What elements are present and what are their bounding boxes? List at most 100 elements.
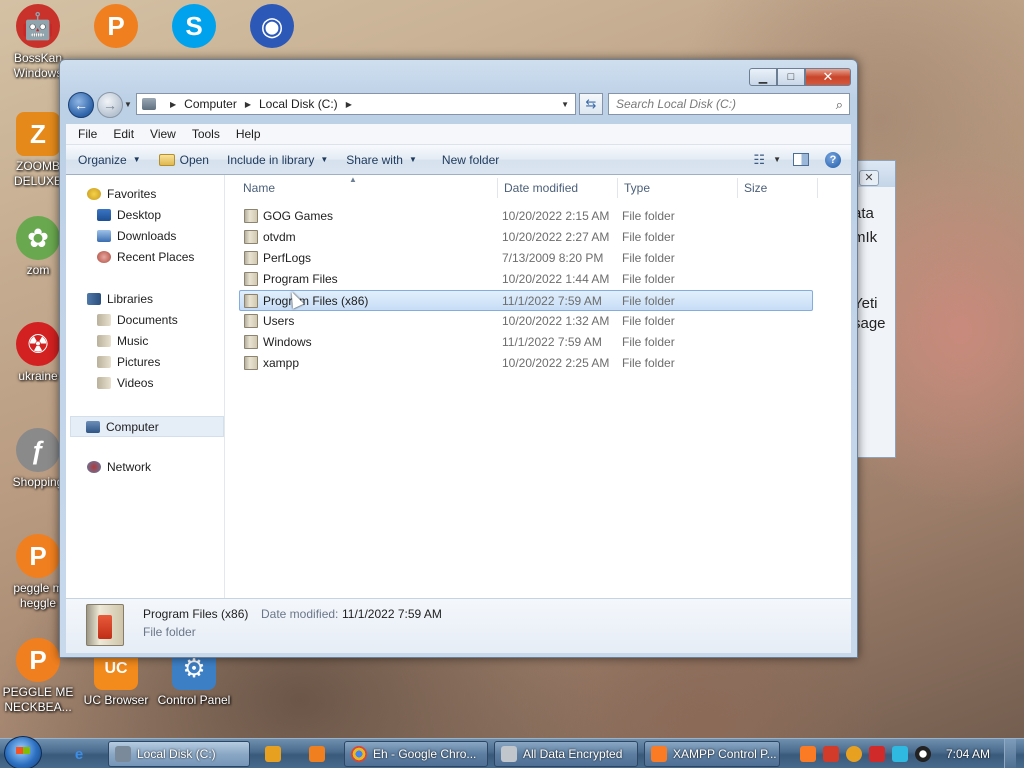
nav-computer[interactable]: Computer: [70, 416, 224, 437]
recent-pages-dropdown[interactable]: ▼: [124, 100, 132, 109]
taskbar-task-xampp[interactable]: XAMPP Control P...: [644, 741, 780, 767]
file-type: File folder: [622, 314, 675, 328]
open-button[interactable]: Open: [150, 145, 218, 174]
menu-help[interactable]: Help: [228, 127, 269, 141]
xampp-tray-icon[interactable]: [799, 745, 816, 762]
start-button[interactable]: [4, 736, 42, 768]
folder-icon: [86, 604, 124, 646]
preview-pane-icon[interactable]: [793, 153, 809, 166]
nav-recent-places[interactable]: Recent Places: [97, 250, 194, 264]
column-date-modified[interactable]: Date modified: [504, 181, 578, 195]
forward-button[interactable]: →: [97, 92, 123, 118]
column-divider[interactable]: [617, 178, 618, 198]
show-desktop-button[interactable]: [1004, 738, 1016, 768]
task-label: All Data Encrypted: [523, 747, 623, 761]
file-row[interactable]: PerfLogs 7/13/2009 8:20 PM File folder: [240, 248, 814, 269]
column-name[interactable]: Name: [243, 181, 275, 195]
nav-network[interactable]: Network: [87, 460, 151, 474]
file-row[interactable]: Windows 11/1/2022 7:59 AM File folder: [240, 332, 814, 353]
nav-pictures[interactable]: Pictures: [97, 355, 160, 369]
nav-videos[interactable]: Videos: [97, 376, 153, 390]
desktop-icon-label: PEGGLE ME NECKBEA...: [2, 685, 74, 714]
column-size[interactable]: Size: [744, 181, 767, 195]
nav-desktop[interactable]: Desktop: [97, 208, 161, 222]
menu-file[interactable]: File: [70, 127, 105, 141]
new-folder-button[interactable]: New folder: [426, 145, 508, 174]
taskbar-task-chrome[interactable]: Eh - Google Chro...: [344, 741, 488, 767]
desktop-icon-peggle-top[interactable]: P: [78, 4, 154, 51]
chevron-right-icon[interactable]: ▶: [170, 100, 176, 109]
monitor-tray-icon[interactable]: [891, 745, 908, 762]
column-type[interactable]: Type: [624, 181, 650, 195]
folder-icon: [244, 335, 258, 349]
search-tray-icon[interactable]: [845, 745, 862, 762]
flower-icon: ✿: [16, 216, 60, 260]
nav-favorites[interactable]: Favorites: [87, 187, 156, 201]
change-view-icon[interactable]: ☷: [753, 152, 765, 168]
media-player-icon[interactable]: [258, 742, 288, 766]
file-row-selected[interactable]: Program Files (x86) 11/1/2022 7:59 AM Fi…: [239, 290, 813, 311]
include-in-library-button[interactable]: Include in library ▼: [218, 145, 337, 174]
chevron-right-icon[interactable]: ▶: [245, 100, 251, 109]
column-divider[interactable]: [817, 178, 818, 198]
file-row[interactable]: otvdm 10/20/2022 2:27 AM File folder: [240, 227, 814, 248]
chevron-down-icon: ▼: [320, 155, 329, 164]
nav-music[interactable]: Music: [97, 334, 148, 348]
breadcrumb-computer[interactable]: Computer: [184, 97, 237, 111]
share-with-button[interactable]: Share with ▼: [337, 145, 426, 174]
antivirus-tray-icon[interactable]: [822, 745, 839, 762]
flash-icon: ƒ: [16, 428, 60, 472]
nav-documents[interactable]: Documents: [97, 313, 178, 327]
command-bar: Organize ▼ Open Include in library ▼ Share…: [66, 145, 851, 175]
column-divider[interactable]: [497, 178, 498, 198]
menu-view[interactable]: View: [142, 127, 184, 141]
file-row[interactable]: Program Files 10/20/2022 1:44 AM File fo…: [240, 269, 814, 290]
folder-icon: [158, 153, 175, 166]
search-placeholder: Search Local Disk (C:): [616, 97, 737, 111]
close-button[interactable]: ✕: [805, 68, 851, 86]
search-input[interactable]: Search Local Disk (C:) ⌕: [608, 93, 850, 115]
menu-tools[interactable]: Tools: [184, 127, 228, 141]
nav-recent-places-label: Recent Places: [117, 250, 195, 264]
desktop-icon-skype[interactable]: S: [156, 4, 232, 51]
volume-tray-icon[interactable]: [914, 745, 931, 762]
drive-icon: [142, 98, 156, 110]
organize-button[interactable]: Organize ▼: [66, 145, 150, 174]
clock[interactable]: 7:04 AM: [946, 747, 990, 761]
nav-downloads[interactable]: Downloads: [97, 229, 176, 243]
details-name: Program Files (x86): [143, 607, 249, 621]
nav-libraries[interactable]: Libraries: [87, 292, 153, 306]
help-icon[interactable]: ?: [825, 151, 841, 168]
chevron-right-icon[interactable]: ▶: [346, 100, 352, 109]
app-pinned-icon[interactable]: [302, 742, 332, 766]
network-icon: [87, 461, 101, 473]
chrome-icon: [351, 746, 367, 762]
close-icon[interactable]: ✕: [859, 170, 879, 186]
breadcrumb-local-disk[interactable]: Local Disk (C:): [259, 97, 338, 111]
file-name: xampp: [263, 356, 300, 370]
back-button[interactable]: ←: [68, 92, 94, 118]
address-dropdown[interactable]: ▼: [561, 100, 569, 109]
flag-tray-icon[interactable]: [868, 745, 885, 762]
search-icon[interactable]: ⌕: [836, 97, 843, 113]
file-date: 10/20/2022 1:32 AM: [502, 314, 610, 328]
file-row[interactable]: Users 10/20/2022 1:32 AM File folder: [240, 311, 814, 332]
explorer-window[interactable]: ▁ □ ✕ ← → ▼ ▶ Computer ▶ Local Disk (C:)…: [59, 59, 858, 658]
chevron-down-icon[interactable]: ▼: [773, 155, 781, 164]
system-tray: 7:04 AM: [799, 738, 1024, 768]
menu-edit[interactable]: Edit: [105, 127, 142, 141]
desktop-icon-globe[interactable]: ◉: [234, 4, 310, 51]
file-type: File folder: [622, 230, 675, 244]
file-row[interactable]: xampp 10/20/2022 2:25 AM File folder: [240, 353, 814, 374]
taskbar-task-encrypted[interactable]: All Data Encrypted: [494, 741, 638, 767]
column-divider[interactable]: [737, 178, 738, 198]
file-row[interactable]: GOG Games 10/20/2022 2:15 AM File folder: [240, 206, 814, 227]
internet-explorer-icon[interactable]: e: [64, 742, 94, 766]
taskbar-task-local-disk[interactable]: Local Disk (C:): [108, 741, 250, 767]
address-bar[interactable]: ▶ Computer ▶ Local Disk (C:) ▶ ▼: [136, 93, 576, 115]
window-icon: [501, 746, 517, 762]
desktop-icon-label: zom: [26, 263, 50, 277]
refresh-button[interactable]: ⇆: [579, 93, 603, 115]
minimize-button[interactable]: ▁: [749, 68, 777, 86]
maximize-button[interactable]: □: [777, 68, 805, 86]
